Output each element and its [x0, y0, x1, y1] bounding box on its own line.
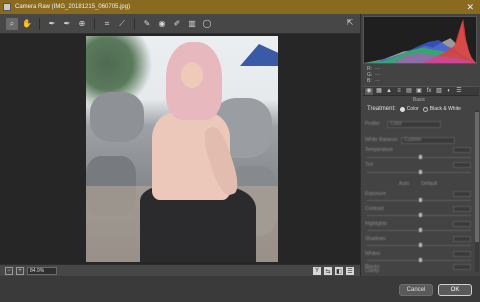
whites-value[interactable]: [453, 251, 471, 257]
shadows-slider[interactable]: [367, 243, 471, 247]
treatment-label: Treatment:: [367, 106, 396, 112]
whites-slider[interactable]: [367, 258, 471, 262]
zoom-bar: − + 84.9% Y ⇆ ◧ ☰: [0, 264, 360, 276]
tab-lens-corrections[interactable]: ▣: [415, 88, 423, 95]
before-after-toggle-icon[interactable]: Y: [313, 267, 321, 275]
graduated-filter-tool-icon[interactable]: ▥: [186, 18, 198, 30]
adjustment-brush-tool-icon[interactable]: ✐: [171, 18, 183, 30]
histogram-graph: [364, 18, 476, 64]
panel-scrollbar[interactable]: [475, 110, 479, 272]
tool-bar: ⌕ ✋ ✒ ✒ ⊕ ⌗ ⟋ ✎ ◉ ✐ ▥ ◯ ⇱: [0, 14, 360, 34]
image-canvas[interactable]: [0, 34, 360, 264]
temperature-value[interactable]: [453, 147, 471, 153]
ok-button[interactable]: OK: [438, 284, 472, 296]
scrollbar-thumb[interactable]: [475, 112, 479, 242]
whites-row: Whites: [365, 250, 473, 258]
shadows-value[interactable]: [453, 236, 471, 242]
straighten-tool-icon[interactable]: ⟋: [116, 18, 128, 30]
treatment-color-radio[interactable]: Color: [399, 106, 419, 112]
swap-before-after-icon[interactable]: ⇆: [324, 267, 332, 275]
contrast-slider[interactable]: [367, 213, 471, 217]
radio-on-icon: [399, 106, 405, 112]
profile-select[interactable]: Color: [387, 121, 441, 128]
title-bar: Camera Raw (IMG_20181215_060705.jpg) ✕: [0, 0, 480, 14]
targeted-adjustment-tool-icon[interactable]: ⊕: [76, 18, 88, 30]
zoom-out-icon[interactable]: −: [5, 266, 13, 275]
contrast-row: Contrast: [365, 205, 473, 213]
tab-split-toning[interactable]: ▤: [405, 88, 413, 95]
highlights-value[interactable]: [453, 221, 471, 227]
white-balance-tool-icon[interactable]: ✒: [46, 18, 58, 30]
radial-filter-tool-icon[interactable]: ◯: [201, 18, 213, 30]
toolbar-divider: [94, 17, 95, 30]
close-window-icon[interactable]: ✕: [466, 1, 474, 13]
tab-tone-curve[interactable]: ▦: [375, 88, 383, 95]
tint-row: Tint: [365, 161, 473, 169]
exposure-slider[interactable]: [367, 198, 471, 202]
tab-presets[interactable]: ◐: [445, 88, 453, 95]
photo-preview[interactable]: [86, 36, 278, 262]
default-button[interactable]: Default: [421, 181, 437, 187]
treatment-row: Treatment: Color Black & White: [367, 106, 477, 112]
toolbar-divider: [39, 17, 40, 30]
spot-removal-tool-icon[interactable]: ✎: [141, 18, 153, 30]
contrast-value[interactable]: [453, 206, 471, 212]
highlights-slider[interactable]: [367, 228, 471, 232]
copy-settings-icon[interactable]: ◧: [335, 267, 343, 275]
white-balance-label: White Balance:: [365, 137, 399, 143]
temperature-slider[interactable]: [367, 155, 471, 159]
treatment-bw-radio[interactable]: Black & White: [422, 106, 461, 112]
color-sampler-tool-icon[interactable]: ✒: [61, 18, 73, 30]
hand-tool-icon[interactable]: ✋: [21, 18, 33, 30]
tint-value[interactable]: [453, 162, 471, 168]
tab-camera-calibration[interactable]: ▧: [435, 88, 443, 95]
temperature-row: Temperature: [365, 146, 473, 154]
window-title: Camera Raw (IMG_20181215_060705.jpg): [15, 4, 131, 10]
crop-tool-icon[interactable]: ⌗: [101, 18, 113, 30]
cancel-button[interactable]: Cancel: [399, 284, 433, 296]
auto-button[interactable]: Auto: [399, 181, 409, 187]
shadows-row: Shadows: [365, 235, 473, 243]
zoom-in-icon[interactable]: +: [16, 266, 24, 275]
tint-slider[interactable]: [367, 170, 471, 174]
radio-off-icon: [422, 106, 428, 112]
panel-title: Basic: [412, 97, 426, 103]
zoom-tool-icon[interactable]: ⌕: [6, 17, 18, 30]
preview-preferences-icon[interactable]: ☰: [346, 267, 354, 275]
tab-basic[interactable]: ◉: [365, 87, 373, 95]
tab-hsl[interactable]: ≡: [395, 88, 403, 95]
clarity-row: Clarity: [365, 268, 380, 274]
histogram: [363, 16, 477, 64]
red-eye-tool-icon[interactable]: ◉: [156, 18, 168, 30]
open-preferences-icon[interactable]: ⇱: [344, 18, 356, 30]
dialog-footer: Cancel OK: [0, 276, 480, 302]
rgb-readout: R: --- G: --- B: ---: [367, 66, 380, 84]
tab-detail[interactable]: ▲: [385, 88, 393, 95]
panel-tabs: ◉ ▦ ▲ ≡ ▤ ▣ fx ▧ ◐ ☰: [363, 86, 479, 96]
exposure-row: Exposure: [365, 190, 473, 198]
profile-label: Profile:: [365, 121, 381, 127]
toolbar-divider: [134, 17, 135, 30]
zoom-level-select[interactable]: 84.9%: [27, 266, 57, 275]
white-balance-select[interactable]: Custom: [401, 137, 455, 144]
tab-effects[interactable]: fx: [425, 88, 433, 95]
exposure-value[interactable]: [453, 191, 471, 197]
adjustments-panel: R: --- G: --- B: --- ◉ ▦ ▲ ≡ ▤ ▣ fx ▧ ◐ ☰ B…: [360, 14, 480, 276]
camera-raw-app-icon: [3, 3, 11, 11]
highlights-row: Highlights: [365, 220, 473, 228]
tab-snapshots[interactable]: ☰: [455, 88, 463, 95]
